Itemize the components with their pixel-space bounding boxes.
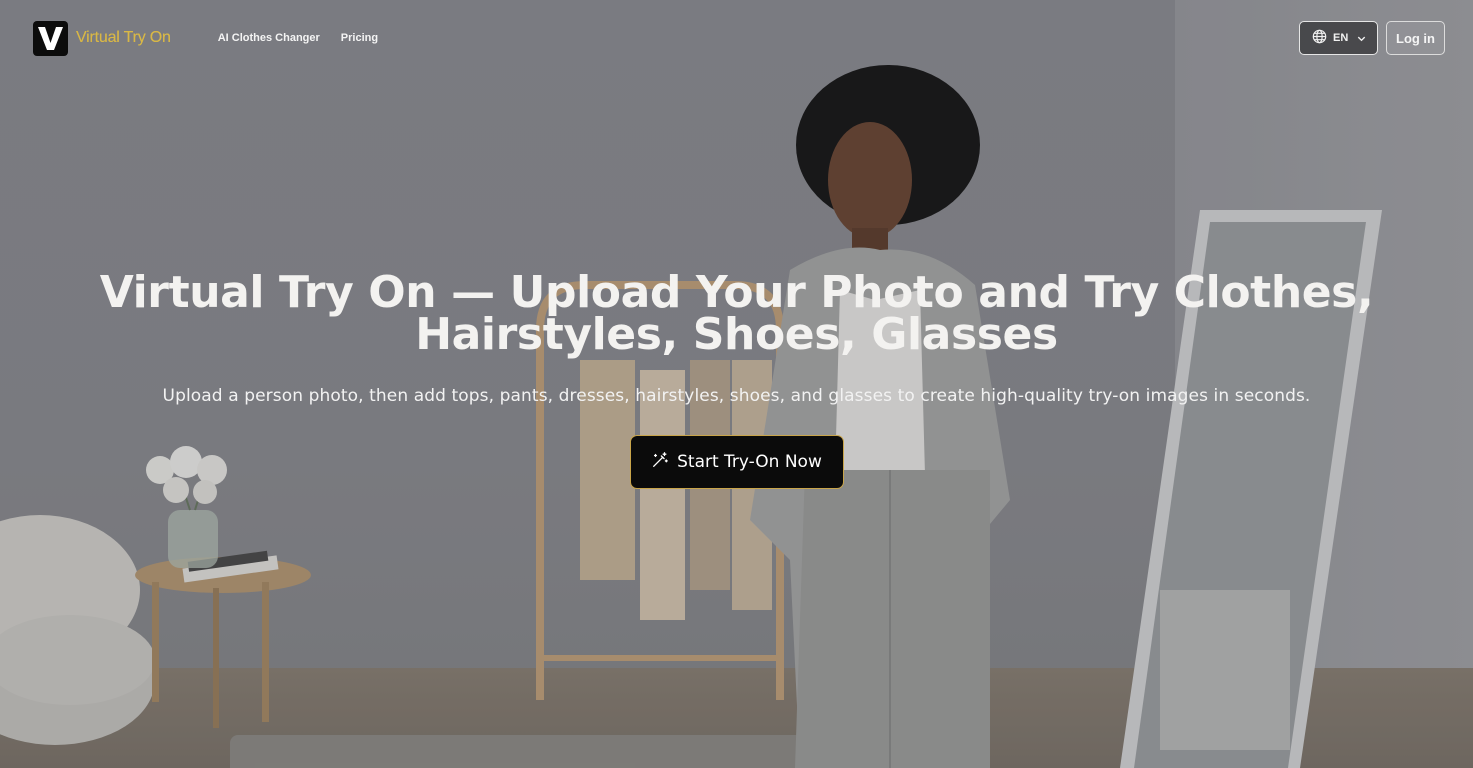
main-nav: AI Clothes Changer Pricing bbox=[218, 32, 378, 44]
chevron-down-icon bbox=[1356, 33, 1367, 44]
hero-title: Virtual Try On — Upload Your Photo and T… bbox=[99, 267, 1374, 360]
nav-link-ai-clothes-changer[interactable]: AI Clothes Changer bbox=[218, 32, 320, 44]
brand-logo-icon bbox=[33, 20, 68, 56]
nav-link-pricing[interactable]: Pricing bbox=[341, 32, 378, 44]
hero-subtitle: Upload a person photo, then add tops, pa… bbox=[162, 386, 1311, 406]
header-actions: EN Log in bbox=[1299, 21, 1445, 55]
brand-logo-link[interactable]: Virtual Try On bbox=[33, 20, 171, 56]
language-selector[interactable]: EN bbox=[1299, 21, 1378, 55]
globe-icon bbox=[1312, 29, 1327, 47]
start-try-on-label: Start Try-On Now bbox=[677, 452, 822, 472]
login-button[interactable]: Log in bbox=[1386, 21, 1445, 55]
hero-section: Virtual Try On — Upload Your Photo and T… bbox=[0, 267, 1473, 489]
brand-name: Virtual Try On bbox=[76, 29, 171, 46]
language-code: EN bbox=[1333, 32, 1349, 44]
start-try-on-button[interactable]: Start Try-On Now bbox=[629, 435, 844, 489]
magic-wand-icon bbox=[651, 451, 669, 474]
site-header: Virtual Try On AI Clothes Changer Pricin… bbox=[0, 0, 1473, 76]
